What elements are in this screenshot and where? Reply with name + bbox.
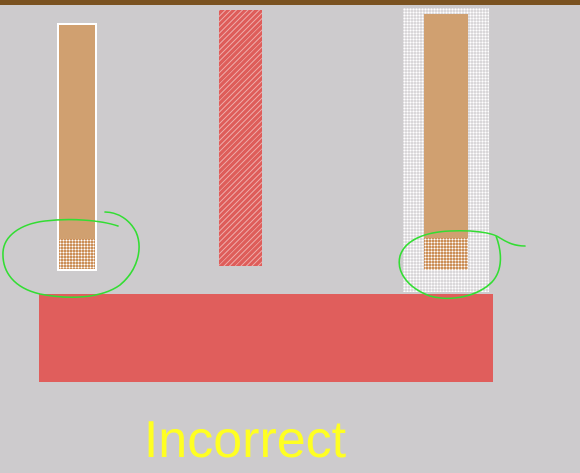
left-bar-dotted-bottom (59, 239, 95, 269)
right-bar-dotted-bottom (424, 238, 468, 270)
top-bar (0, 0, 580, 5)
right-tan-bar (424, 14, 468, 270)
middle-hatched-red-bar (219, 10, 262, 266)
caption-text: Incorrect (143, 411, 347, 469)
left-tan-bar (57, 23, 97, 271)
base-red-bar (39, 294, 493, 382)
